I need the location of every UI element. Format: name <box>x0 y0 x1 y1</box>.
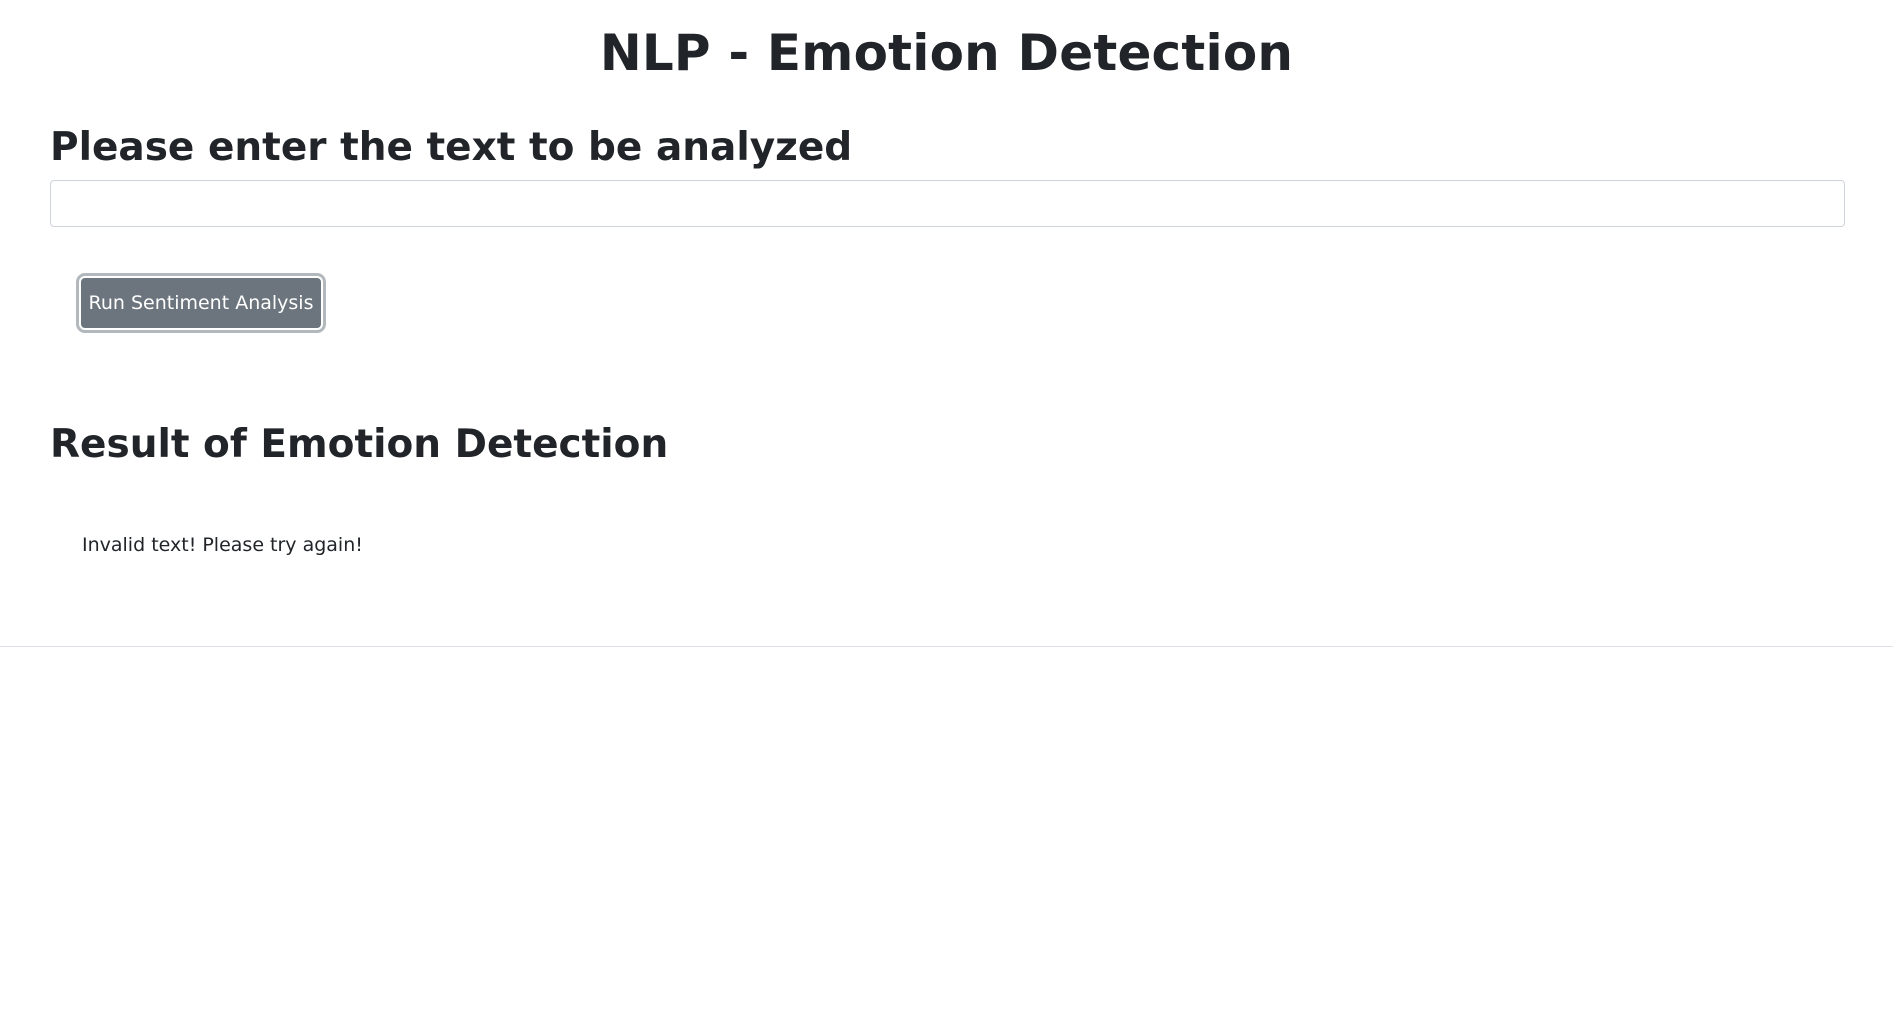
result-message: Invalid text! Please try again! <box>82 534 363 556</box>
input-prompt-heading: Please enter the text to be analyzed <box>50 125 853 170</box>
emotion-detection-page: NLP - Emotion Detection Please enter the… <box>0 0 1893 1032</box>
text-to-analyze-input[interactable] <box>50 180 1845 227</box>
page-title: NLP - Emotion Detection <box>599 24 1294 82</box>
section-divider <box>0 646 1893 647</box>
run-sentiment-analysis-button[interactable]: Run Sentiment Analysis <box>79 276 323 330</box>
result-heading: Result of Emotion Detection <box>50 422 669 467</box>
